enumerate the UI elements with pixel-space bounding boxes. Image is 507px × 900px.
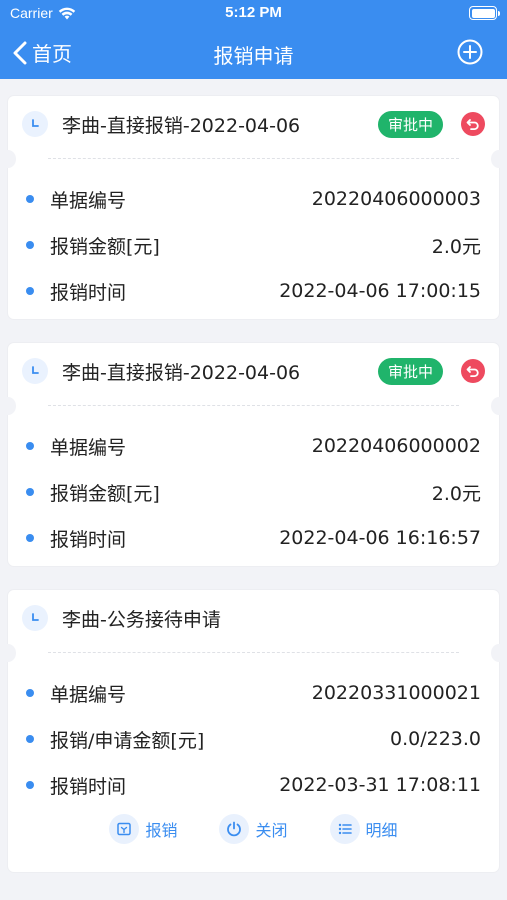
card-actions: 报销 关闭 明细	[8, 808, 499, 858]
row-time: 报销时间 2022-04-06 16:16:57	[26, 515, 481, 561]
row-value: 2.0元	[431, 235, 481, 258]
row-doc-number: 单据编号 20220406000002	[26, 423, 481, 469]
card-header: 李曲-公务接待申请	[8, 590, 499, 646]
card-divider	[0, 644, 507, 662]
card-rows: 单据编号 20220331000021 报销/申请金额[元] 0.0/223.0 报…	[8, 660, 499, 808]
row-value: 20220331000021	[311, 682, 481, 704]
detail-label: 明细	[365, 821, 398, 840]
nav-bar: 首页 报销申请	[0, 28, 507, 79]
close-button[interactable]: 关闭	[219, 814, 288, 844]
card-rows: 单据编号 20220406000003 报销金额[元] 2.0元 报销时间 2022-…	[8, 166, 499, 320]
card-title: 李曲-直接报销-2022-04-06	[62, 114, 301, 137]
back-label: 首页	[32, 42, 72, 66]
power-icon	[219, 814, 250, 844]
row-doc-number: 单据编号 20220406000003	[26, 176, 481, 222]
row-label: 报销时间	[50, 281, 127, 304]
reimburse-label: 报销	[145, 821, 178, 840]
list-icon	[329, 814, 360, 844]
row-value: 2022-04-06 17:00:15	[279, 280, 481, 302]
reimburse-button[interactable]: 报销	[109, 814, 177, 844]
row-amount: 报销金额[元] 2.0元	[26, 222, 481, 268]
status-time: 5:12 PM	[225, 4, 282, 21]
card-header: 李曲-直接报销-2022-04-06 审批中	[8, 96, 499, 152]
row-time: 报销时间 2022-03-31 17:08:11	[26, 762, 481, 808]
status-badge: 审批中	[377, 110, 443, 138]
undo-icon	[466, 119, 479, 130]
revoke-button[interactable]	[461, 359, 485, 383]
row-value: 20220406000002	[311, 435, 481, 457]
add-icon[interactable]	[457, 39, 483, 65]
reimbursement-card[interactable]: 李曲-直接报销-2022-04-06 审批中 单据编号 2022040600000…	[0, 96, 507, 320]
row-value: 2022-03-31 17:08:11	[279, 774, 481, 796]
revoke-button[interactable]	[461, 112, 485, 136]
status-badge: 审批中	[377, 357, 443, 385]
reimbursement-card[interactable]: 李曲-直接报销-2022-04-06 审批中 单据编号 2022040600000…	[0, 343, 507, 567]
card-divider	[0, 150, 507, 168]
close-label: 关闭	[255, 821, 288, 840]
row-label: 单据编号	[50, 189, 127, 212]
row-label: 报销金额[元]	[50, 235, 160, 258]
chevron-left-icon	[13, 41, 27, 64]
card-title: 李曲-公务接待申请	[62, 608, 221, 631]
reimbursement-list: 李曲-直接报销-2022-04-06 审批中 单据编号 2022040600000…	[0, 96, 507, 892]
top-bar: Carrier 5:12 PM 首页 报销申请	[0, 0, 507, 79]
battery-icon	[469, 6, 500, 20]
detail-button[interactable]: 明细	[329, 814, 398, 844]
row-label: 单据编号	[50, 683, 127, 706]
back-button[interactable]: 首页	[12, 38, 72, 67]
clock-icon	[22, 111, 48, 137]
row-label: 报销时间	[50, 775, 127, 798]
row-value: 2.0元	[431, 482, 481, 505]
undo-icon	[466, 366, 479, 377]
row-label: 报销/申请金额[元]	[50, 729, 205, 752]
clock-icon	[22, 358, 48, 384]
card-rows: 单据编号 20220406000002 报销金额[元] 2.0元 报销时间 2022-…	[8, 413, 499, 567]
row-label: 报销金额[元]	[50, 482, 160, 505]
row-amount: 报销金额[元] 2.0元	[26, 469, 481, 515]
clock-icon	[22, 605, 48, 631]
row-amount: 报销/申请金额[元] 0.0/223.0	[26, 716, 481, 762]
card-title: 李曲-直接报销-2022-04-06	[62, 361, 301, 384]
reimbursement-card[interactable]: 李曲-公务接待申请 单据编号 20220331000021 报销/申请金额[元] 0…	[0, 590, 507, 872]
row-label: 报销时间	[50, 528, 127, 551]
card-header: 李曲-直接报销-2022-04-06 审批中	[8, 343, 499, 399]
card-divider	[0, 397, 507, 415]
row-time: 报销时间 2022-04-06 17:00:15	[26, 268, 481, 314]
row-value: 20220406000003	[311, 188, 481, 210]
row-label: 单据编号	[50, 436, 127, 459]
page-title: 报销申请	[213, 44, 294, 68]
reimburse-icon	[109, 814, 140, 844]
status-bar: Carrier 5:12 PM	[0, 0, 507, 28]
row-value: 2022-04-06 16:16:57	[279, 527, 481, 549]
row-doc-number: 单据编号 20220331000021	[26, 670, 481, 716]
row-value: 0.0/223.0	[389, 728, 481, 750]
